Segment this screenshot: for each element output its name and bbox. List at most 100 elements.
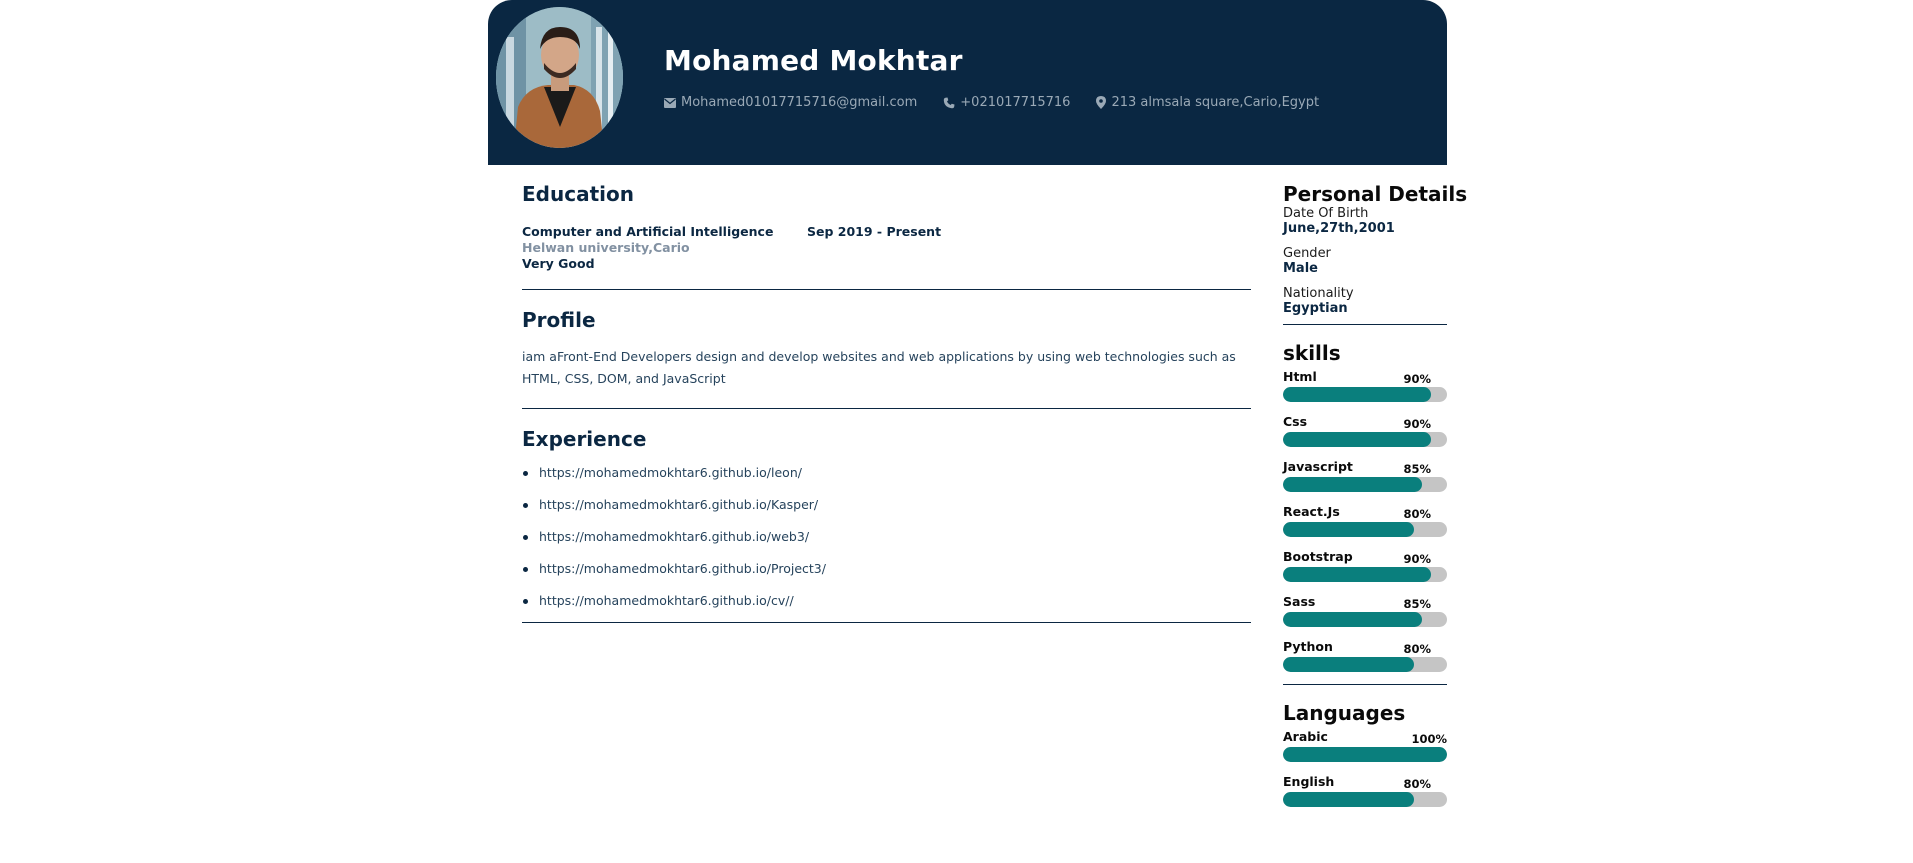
divider — [522, 289, 1251, 290]
skills-section: skills Html 90% Css 90% Javascript 85% R… — [1283, 341, 1447, 685]
language-percent: 80% — [1403, 777, 1431, 791]
skill-bar-fill — [1283, 657, 1415, 672]
skill-percent: 80% — [1403, 642, 1431, 656]
skill-item: Sass 85% — [1283, 594, 1447, 639]
full-name: Mohamed Mokhtar — [664, 44, 963, 77]
skill-item: Python 80% — [1283, 639, 1447, 684]
skill-bar-fill — [1283, 432, 1431, 447]
contact-phone: +021017715716 — [943, 95, 1070, 110]
divider — [522, 408, 1251, 409]
skill-percent: 85% — [1403, 462, 1431, 476]
divider — [1283, 684, 1447, 685]
skill-percent: 90% — [1403, 417, 1431, 431]
list-item: https://mohamedmokhtar6.github.io/Kasper… — [522, 497, 1251, 529]
language-name: Arabic — [1283, 729, 1328, 744]
education-section: Education Computer and Artificial Intell… — [522, 182, 1251, 290]
education-row: Computer and Artificial Intelligence Sep… — [522, 224, 1251, 239]
skill-item: Bootstrap 90% — [1283, 549, 1447, 594]
education-title: Education — [522, 182, 634, 206]
experience-link[interactable]: https://mohamedmokhtar6.github.io/leon/ — [539, 465, 802, 480]
personal-details-section: Personal Details Date Of Birth June,27th… — [1283, 182, 1468, 325]
skill-name: Sass — [1283, 594, 1316, 609]
skill-bar-fill — [1283, 612, 1423, 627]
cv-header: Mohamed Mokhtar Mohamed01017715716@gmail… — [488, 0, 1447, 165]
skill-bar-fill — [1283, 522, 1415, 537]
experience-title: Experience — [522, 427, 647, 451]
skill-bar-track — [1283, 567, 1447, 582]
skill-name: Bootstrap — [1283, 549, 1353, 564]
side-column: Personal Details Date Of Birth June,27th… — [1283, 182, 1468, 819]
skill-bar-track — [1283, 432, 1447, 447]
education-grade: Very Good — [522, 256, 595, 271]
profile-section: Profile iam aFront-End Developers design… — [522, 308, 1251, 409]
list-item: https://mohamedmokhtar6.github.io/Projec… — [522, 561, 1251, 593]
education-school: Helwan university,Cario — [522, 240, 690, 255]
experience-link[interactable]: https://mohamedmokhtar6.github.io/web3/ — [539, 529, 809, 544]
skill-bar-track — [1283, 657, 1447, 672]
divider — [1283, 324, 1447, 325]
envelope-icon — [664, 97, 676, 108]
gender-value: Male — [1283, 261, 1318, 276]
language-item: Arabic 100% — [1283, 729, 1447, 774]
experience-link[interactable]: https://mohamedmokhtar6.github.io/Projec… — [539, 561, 826, 576]
contact-address: 213 almsala square,Cario,Egypt — [1096, 95, 1319, 110]
skill-item: React.Js 80% — [1283, 504, 1447, 549]
phone-icon — [943, 97, 955, 109]
map-pin-icon — [1096, 96, 1107, 109]
address-text: 213 almsala square,Cario,Egypt — [1111, 95, 1320, 110]
skill-percent: 85% — [1403, 597, 1431, 611]
list-item: https://mohamedmokhtar6.github.io/web3/ — [522, 529, 1251, 561]
skill-bar-track — [1283, 477, 1447, 492]
detail-gender: Gender Male — [1283, 246, 1447, 276]
contact-info: Mohamed01017715716@gmail.com +0210177157… — [664, 95, 1319, 110]
languages-section: Languages Arabic 100% English 80% — [1283, 701, 1447, 819]
email-text: Mohamed01017715716@gmail.com — [681, 95, 918, 110]
cv-page: Mohamed Mokhtar Mohamed01017715716@gmail… — [0, 0, 1913, 863]
contact-email: Mohamed01017715716@gmail.com — [664, 95, 917, 110]
skill-bar-track — [1283, 612, 1447, 627]
experience-link[interactable]: https://mohamedmokhtar6.github.io/cv// — [539, 593, 794, 608]
education-date: Sep 2019 - Present — [807, 224, 942, 239]
skill-bar-track — [1283, 522, 1447, 537]
language-bar-fill — [1283, 747, 1447, 762]
skill-item: Css 90% — [1283, 414, 1447, 459]
experience-section: Experience https://mohamedmokhtar6.githu… — [522, 427, 1251, 623]
education-degree: Computer and Artificial Intelligence — [522, 224, 774, 239]
gender-label: Gender — [1283, 246, 1331, 261]
experience-list: https://mohamedmokhtar6.github.io/leon/ … — [522, 465, 1251, 625]
nationality-value: Egyptian — [1283, 301, 1348, 316]
phone-text: +021017715716 — [960, 95, 1071, 110]
main-column: Education Computer and Artificial Intell… — [522, 182, 1251, 623]
personal-details-title: Personal Details — [1283, 182, 1468, 206]
skill-bar-fill — [1283, 477, 1423, 492]
skill-percent: 90% — [1403, 372, 1431, 386]
language-item: English 80% — [1283, 774, 1447, 819]
detail-nationality: Nationality Egyptian — [1283, 286, 1447, 316]
skill-name: Python — [1283, 639, 1333, 654]
skill-name: React.Js — [1283, 504, 1340, 519]
profile-photo — [496, 7, 623, 148]
skills-list: Html 90% Css 90% Javascript 85% React.Js… — [1283, 369, 1447, 684]
profile-title: Profile — [522, 308, 596, 332]
skill-bar-fill — [1283, 567, 1431, 582]
list-item: https://mohamedmokhtar6.github.io/cv// — [522, 593, 1251, 625]
skills-title: skills — [1283, 341, 1341, 365]
dob-value: June,27th,2001 — [1283, 221, 1395, 236]
skill-percent: 90% — [1403, 552, 1431, 566]
skill-name: Html — [1283, 369, 1317, 384]
skill-item: Html 90% — [1283, 369, 1447, 414]
skill-bar-fill — [1283, 387, 1431, 402]
languages-title: Languages — [1283, 701, 1406, 725]
profile-text: iam aFront-End Developers design and dev… — [522, 349, 1236, 386]
detail-dob: Date Of Birth June,27th,2001 — [1283, 206, 1447, 236]
language-bar-track — [1283, 747, 1447, 762]
skill-percent: 80% — [1403, 507, 1431, 521]
skill-name: Css — [1283, 414, 1308, 429]
experience-link[interactable]: https://mohamedmokhtar6.github.io/Kasper… — [539, 497, 818, 512]
skill-item: Javascript 85% — [1283, 459, 1447, 504]
language-percent: 100% — [1411, 732, 1447, 746]
nationality-label: Nationality — [1283, 286, 1354, 301]
language-name: English — [1283, 774, 1335, 789]
language-bar-fill — [1283, 792, 1415, 807]
skill-bar-track — [1283, 387, 1447, 402]
